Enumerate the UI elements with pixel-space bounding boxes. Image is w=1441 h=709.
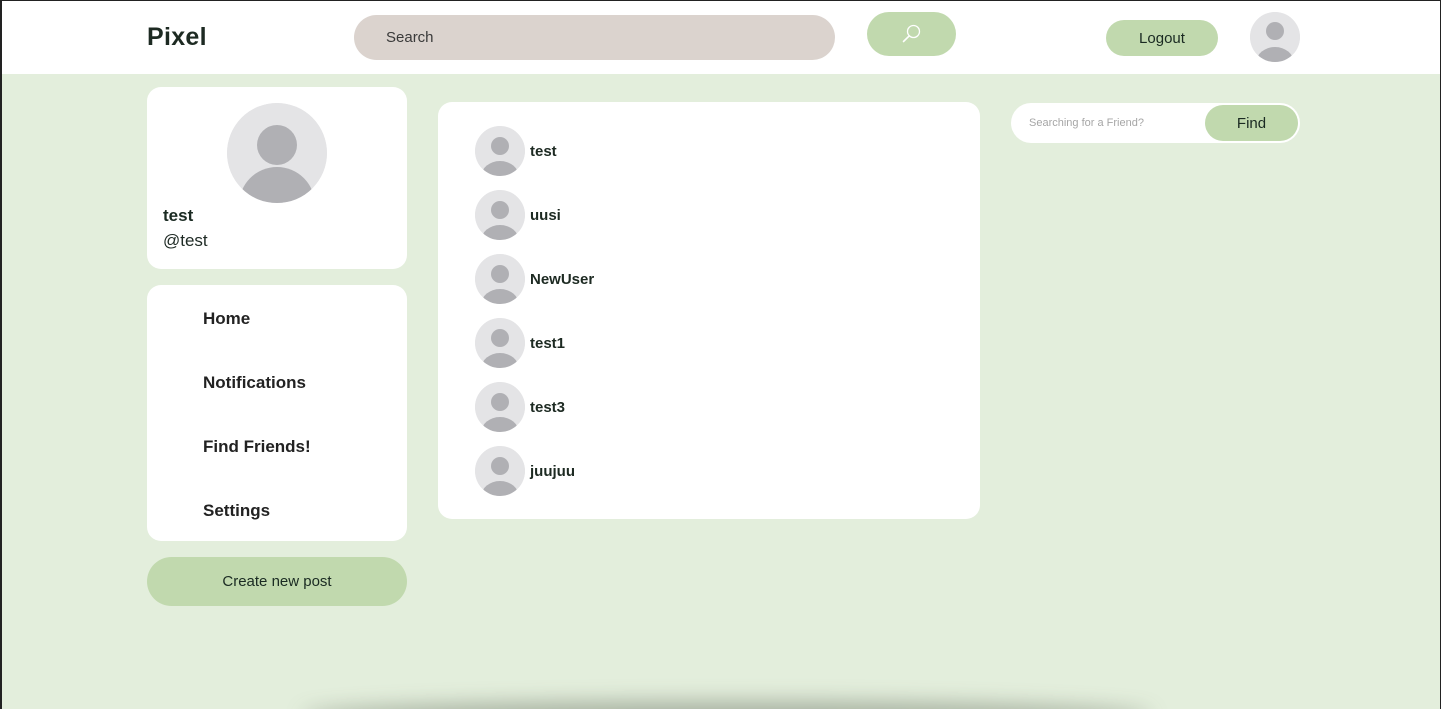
user-name: juujuu xyxy=(530,462,575,480)
sidebar-item-notifications[interactable]: Notifications xyxy=(203,373,306,393)
sidebar-item-find-friends[interactable]: Find Friends! xyxy=(203,437,311,457)
logout-button[interactable]: Logout xyxy=(1106,20,1218,56)
bottom-shadow xyxy=(302,701,1152,709)
user-name: uusi xyxy=(530,206,561,224)
search-button[interactable] xyxy=(867,12,956,56)
sidebar-nav: Home Notifications Find Friends! Setting… xyxy=(147,285,407,541)
profile-avatar-icon[interactable] xyxy=(227,103,327,203)
user-list: test uusi NewUser test1 test3 juujuu xyxy=(438,102,980,519)
user-avatar-icon xyxy=(475,254,525,304)
friend-search: Find xyxy=(1011,103,1300,143)
top-bar: Pixel Logout xyxy=(2,1,1440,74)
user-avatar-icon[interactable] xyxy=(1250,12,1300,62)
user-avatar-icon xyxy=(475,446,525,496)
list-item[interactable]: test3 xyxy=(475,382,565,432)
list-item[interactable]: NewUser xyxy=(475,254,594,304)
sidebar-item-settings[interactable]: Settings xyxy=(203,501,270,521)
search-input[interactable] xyxy=(354,15,835,60)
list-item[interactable]: test xyxy=(475,126,557,176)
app-logo[interactable]: Pixel xyxy=(147,23,207,52)
list-item[interactable]: uusi xyxy=(475,190,561,240)
create-post-button[interactable]: Create new post xyxy=(147,557,407,606)
app-window: Pixel Logout test @test Home Notificatio… xyxy=(0,0,1441,709)
user-name: NewUser xyxy=(530,270,595,288)
user-avatar-icon xyxy=(475,190,525,240)
list-item[interactable]: juujuu xyxy=(475,446,575,496)
friend-search-input[interactable] xyxy=(1011,103,1205,143)
sidebar-item-home[interactable]: Home xyxy=(203,309,250,329)
profile-name: test xyxy=(163,206,194,225)
user-avatar-icon xyxy=(475,318,525,368)
find-button[interactable]: Find xyxy=(1205,105,1298,141)
list-item[interactable]: test1 xyxy=(475,318,565,368)
search-icon xyxy=(902,24,920,43)
profile-card: test @test xyxy=(147,87,407,269)
user-avatar-icon xyxy=(475,382,525,432)
profile-handle: @test xyxy=(163,231,208,250)
user-name: test1 xyxy=(530,334,566,352)
user-name: test3 xyxy=(530,398,566,416)
user-avatar-icon xyxy=(475,126,525,176)
user-name: test xyxy=(530,142,557,160)
